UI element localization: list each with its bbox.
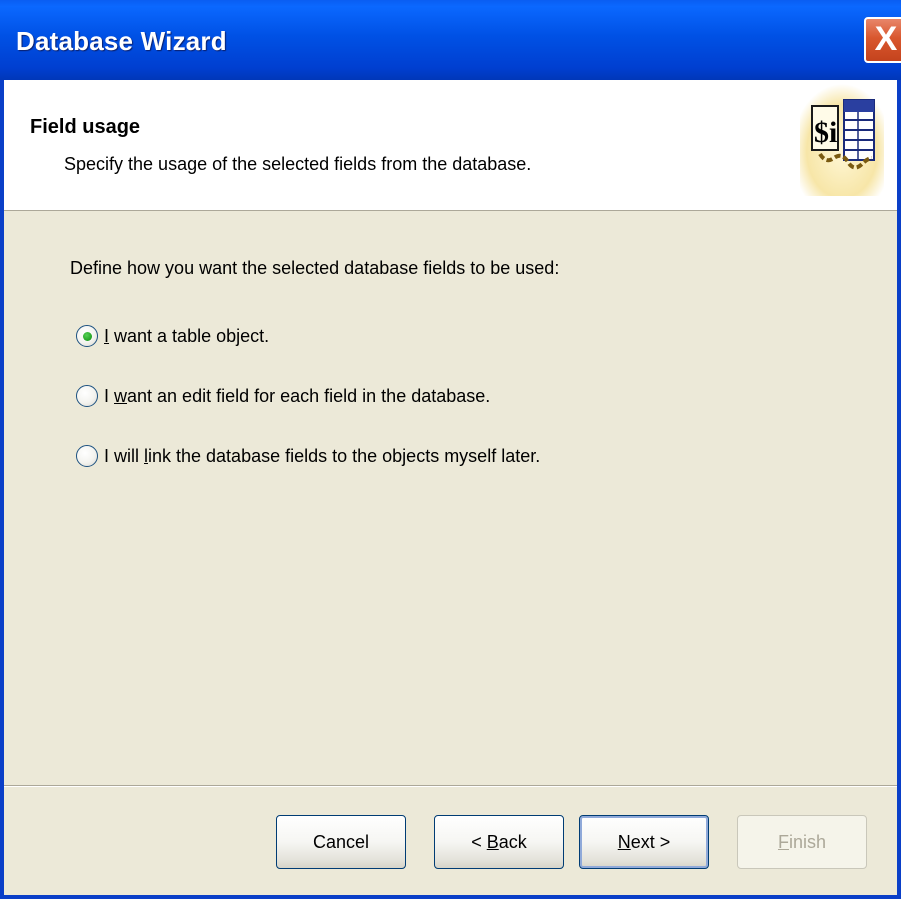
radio-selected-dot — [83, 332, 92, 341]
footer-divider — [4, 785, 897, 787]
page-title: Field usage — [30, 116, 141, 138]
wizard-header: Field usage Specify the usage of the sel… — [4, 80, 897, 211]
page-subtitle: Specify the usage of the selected fields… — [64, 154, 532, 174]
database-wizard-icon: $i — [800, 84, 884, 196]
svg-text:$i: $i — [814, 116, 837, 149]
radio-button-selected[interactable] — [76, 325, 98, 347]
radio-button[interactable] — [76, 385, 98, 407]
option-label[interactable]: I want a table object. — [104, 325, 269, 347]
instruction-text: Define how you want the selected databas… — [70, 258, 560, 278]
cancel-button[interactable]: Cancel — [276, 815, 406, 869]
title-bar[interactable]: Database Wizard X — [0, 0, 901, 80]
database-wizard-window: Database Wizard X Field usage Specify th… — [0, 0, 901, 899]
option-label[interactable]: I will link the database fields to the o… — [104, 445, 540, 467]
next-button[interactable]: Next > — [579, 815, 709, 869]
window-title: Database Wizard — [16, 26, 227, 56]
back-button[interactable]: < Back — [434, 815, 564, 869]
radio-button[interactable] — [76, 445, 98, 467]
option-label[interactable]: I want an edit field for each field in t… — [104, 385, 490, 407]
close-icon: X — [874, 20, 898, 58]
close-button[interactable]: X — [864, 17, 901, 63]
finish-button: Finish — [737, 815, 867, 869]
